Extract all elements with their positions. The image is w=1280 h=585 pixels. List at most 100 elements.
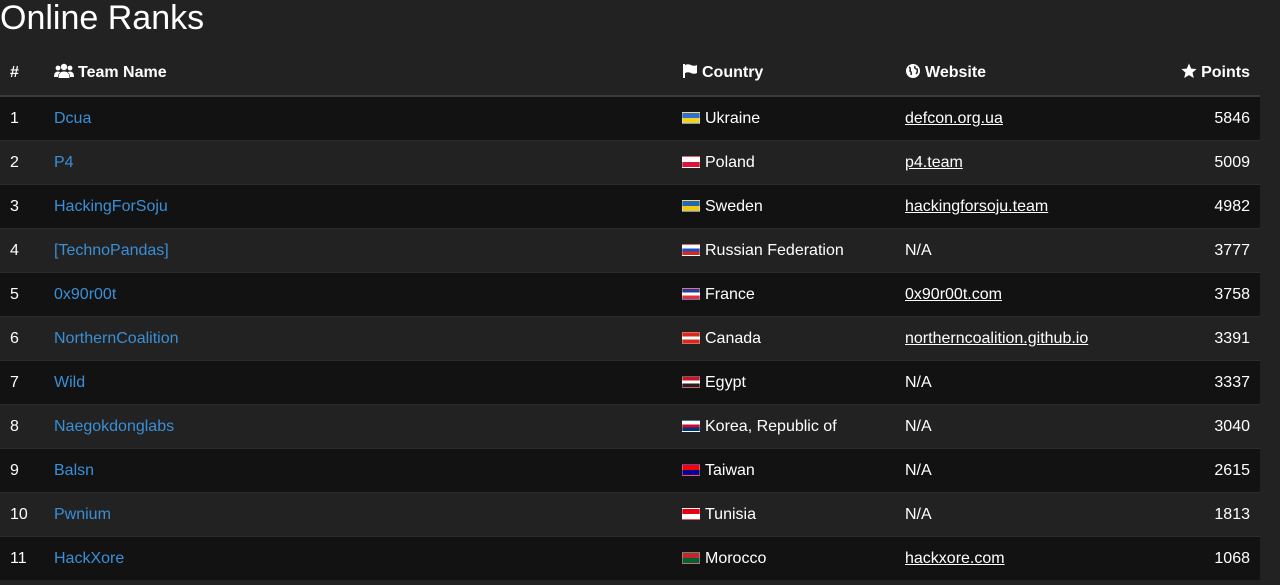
points-cell: 3777 bbox=[1165, 228, 1260, 273]
team-link[interactable]: Dcua bbox=[54, 110, 91, 127]
country-name: Taiwan bbox=[705, 461, 755, 479]
country-cell: France bbox=[672, 272, 895, 317]
team-link[interactable]: HackXore bbox=[54, 550, 124, 567]
flag-icon bbox=[682, 63, 698, 84]
header-website[interactable]: Website bbox=[895, 51, 1165, 97]
team-link[interactable]: [TechnoPandas] bbox=[54, 242, 169, 259]
country-flag-icon bbox=[682, 287, 700, 300]
country-name: France bbox=[705, 285, 755, 303]
header-rank[interactable]: # bbox=[0, 51, 44, 97]
rank-cell: 2 bbox=[0, 140, 44, 185]
team-link[interactable]: P4 bbox=[54, 154, 74, 171]
header-country-label: Country bbox=[702, 63, 764, 81]
country-flag-icon bbox=[682, 331, 700, 344]
country-name: Tunisia bbox=[705, 505, 756, 523]
rank-cell: 10 bbox=[0, 492, 44, 537]
team-link[interactable]: 0x90r00t bbox=[54, 286, 116, 303]
team-cell: 0x90r00t bbox=[44, 272, 672, 317]
website-cell: hackxore.com bbox=[895, 536, 1165, 580]
rank-cell: 3 bbox=[0, 184, 44, 229]
website-cell: northerncoalition.github.io bbox=[895, 316, 1165, 361]
table-row: 8 Naegokdonglabs Korea, Republic of N/A … bbox=[0, 404, 1260, 449]
website-link[interactable]: hackingforsoju.team bbox=[905, 198, 1048, 215]
country-cell: Sweden bbox=[672, 184, 895, 229]
rank-cell: 1 bbox=[0, 95, 44, 141]
page-title: Online Ranks bbox=[0, 0, 205, 37]
header-points[interactable]: Points bbox=[1165, 51, 1260, 97]
header-rank-label: # bbox=[10, 64, 19, 81]
country-flag-icon bbox=[682, 375, 700, 388]
country-flag-icon bbox=[682, 463, 700, 476]
country-cell: Morocco bbox=[672, 536, 895, 580]
star-icon bbox=[1181, 63, 1197, 84]
rank-cell: 6 bbox=[0, 316, 44, 361]
points-cell: 3337 bbox=[1165, 360, 1260, 405]
rank-cell: 9 bbox=[0, 448, 44, 493]
country-flag-icon bbox=[682, 551, 700, 564]
country-cell: Egypt bbox=[672, 360, 895, 405]
header-team-label: Team Name bbox=[78, 63, 167, 81]
team-link[interactable]: NorthernCoalition bbox=[54, 330, 179, 347]
table-row: 4 [TechnoPandas] Russian Federation N/A … bbox=[0, 228, 1260, 273]
country-name: Ukraine bbox=[705, 109, 761, 127]
table-row: 3 HackingForSoju Sweden hackingforsoju.t… bbox=[0, 184, 1260, 229]
rank-cell: 5 bbox=[0, 272, 44, 317]
team-cell: [TechnoPandas] bbox=[44, 228, 672, 273]
team-link[interactable]: HackingForSoju bbox=[54, 198, 168, 215]
website-cell: 0x90r00t.com bbox=[895, 272, 1165, 317]
country-flag-icon bbox=[682, 199, 700, 212]
website-link[interactable]: p4.team bbox=[905, 154, 963, 171]
website-cell: N/A bbox=[895, 492, 1165, 537]
website-link[interactable]: defcon.org.ua bbox=[905, 110, 1003, 127]
website-link[interactable]: northerncoalition.github.io bbox=[905, 330, 1088, 347]
table-row: 2 P4 Poland p4.team 5009 bbox=[0, 140, 1260, 185]
website-cell: p4.team bbox=[895, 140, 1165, 185]
country-name: Egypt bbox=[705, 373, 746, 391]
website-cell: defcon.org.ua bbox=[895, 95, 1165, 141]
team-cell: HackXore bbox=[44, 536, 672, 580]
table-row: 6 NorthernCoalition Canada northerncoali… bbox=[0, 316, 1260, 361]
website-link[interactable]: hackxore.com bbox=[905, 550, 1005, 567]
points-cell: 3758 bbox=[1165, 272, 1260, 317]
header-team-name[interactable]: Team Name bbox=[44, 51, 672, 97]
table-body: 1 Dcua Ukraine defcon.org.ua 5846 2 P4 P… bbox=[0, 95, 1260, 580]
ranks-table: # Team Name Country Website Points 1 Dcu… bbox=[0, 51, 1260, 580]
country-name: Canada bbox=[705, 329, 762, 347]
country-flag-icon bbox=[682, 507, 700, 520]
team-link[interactable]: Pwnium bbox=[54, 506, 111, 523]
website-link[interactable]: 0x90r00t.com bbox=[905, 286, 1002, 303]
country-flag-icon bbox=[682, 155, 700, 168]
team-cell: P4 bbox=[44, 140, 672, 185]
table-row: 1 Dcua Ukraine defcon.org.ua 5846 bbox=[0, 95, 1260, 141]
table-row: 5 0x90r00t France 0x90r00t.com 3758 bbox=[0, 272, 1260, 317]
table-row: 9 Balsn Taiwan N/A 2615 bbox=[0, 448, 1260, 493]
website-na: N/A bbox=[905, 417, 932, 435]
website-cell: hackingforsoju.team bbox=[895, 184, 1165, 229]
rank-cell: 8 bbox=[0, 404, 44, 449]
table-row: 10 Pwnium Tunisia N/A 1813 bbox=[0, 492, 1260, 537]
country-cell: Ukraine bbox=[672, 95, 895, 141]
website-cell: N/A bbox=[895, 404, 1165, 449]
points-cell: 1068 bbox=[1165, 536, 1260, 580]
team-cell: Dcua bbox=[44, 95, 672, 141]
table-row: 11 HackXore Morocco hackxore.com 1068 bbox=[0, 536, 1260, 580]
team-cell: Wild bbox=[44, 360, 672, 405]
team-link[interactable]: Wild bbox=[54, 374, 85, 391]
points-cell: 2615 bbox=[1165, 448, 1260, 493]
country-name: Morocco bbox=[705, 549, 767, 567]
rank-cell: 4 bbox=[0, 228, 44, 273]
team-link[interactable]: Balsn bbox=[54, 462, 94, 479]
country-name: Korea, Republic of bbox=[705, 417, 837, 435]
country-cell: Canada bbox=[672, 316, 895, 361]
website-na: N/A bbox=[905, 241, 932, 259]
country-flag-icon bbox=[682, 243, 700, 256]
team-cell: Naegokdonglabs bbox=[44, 404, 672, 449]
header-points-label: Points bbox=[1201, 63, 1250, 81]
website-cell: N/A bbox=[895, 228, 1165, 273]
website-na: N/A bbox=[905, 505, 932, 523]
team-cell: HackingForSoju bbox=[44, 184, 672, 229]
team-cell: Balsn bbox=[44, 448, 672, 493]
header-country[interactable]: Country bbox=[672, 51, 895, 97]
team-link[interactable]: Naegokdonglabs bbox=[54, 418, 174, 435]
country-name: Russian Federation bbox=[705, 241, 844, 259]
